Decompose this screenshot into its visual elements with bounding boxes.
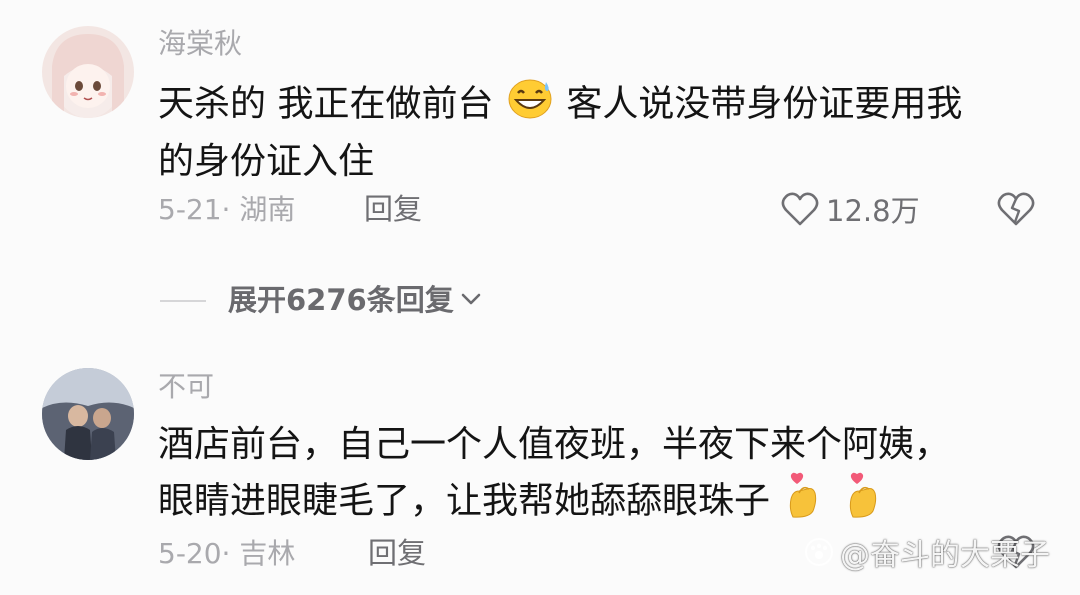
finger-heart-emoji	[845, 471, 883, 534]
comment-text: 天杀的 我正在做前台 客人说没带身份证要用我 的身份证入住	[158, 76, 962, 188]
avatar[interactable]	[42, 26, 134, 118]
comment-text-segment: 酒店前台，自己一个人值夜班，半夜下来个阿姨，	[158, 424, 951, 465]
expand-replies-label: 展开6276条回复	[228, 283, 454, 317]
heart-icon	[780, 190, 820, 232]
expand-replies-button[interactable]: 展开6276条回复	[160, 286, 482, 315]
dislike-button[interactable]	[996, 190, 1036, 232]
grinning-sweat-emoji	[505, 76, 555, 135]
chevron-down-icon	[460, 291, 482, 311]
reply-button[interactable]: 回复	[368, 539, 426, 568]
paw-logo-icon	[804, 537, 834, 567]
comment-text-segment: 的身份证入住	[158, 141, 375, 182]
divider-line	[160, 299, 206, 302]
date-location: 5-20· 吉林	[158, 537, 296, 570]
avatar[interactable]	[42, 368, 134, 460]
comment-text-segment: 眼睛进眼睫毛了，让我帮她舔舔眼珠子	[158, 480, 771, 522]
username[interactable]: 不可	[158, 373, 214, 401]
username[interactable]: 海棠秋	[158, 30, 242, 58]
reply-button[interactable]: 回复	[364, 195, 422, 224]
broken-heart-icon	[996, 190, 1036, 232]
avatar-anime-girl-image	[42, 26, 134, 118]
like-count: 12.8万	[826, 193, 920, 228]
comment-text-segment: 天杀的 我正在做前台	[158, 83, 494, 125]
watermark: @奋斗的大栗子	[804, 530, 1050, 574]
date-location: 5-21· 湖南	[158, 193, 296, 226]
like-button[interactable]: 12.8万	[780, 190, 920, 232]
comment-text: 酒店前台，自己一个人值夜班，半夜下来个阿姨， 眼睛进眼睫毛了，让我帮她舔舔眼珠子	[158, 418, 950, 534]
watermark-text: @奋斗的大栗子	[840, 538, 1050, 573]
comment-text-segment: 客人说没带身份证要用我	[566, 83, 963, 125]
avatar-photo-image	[42, 368, 134, 460]
finger-heart-emoji	[785, 471, 823, 534]
